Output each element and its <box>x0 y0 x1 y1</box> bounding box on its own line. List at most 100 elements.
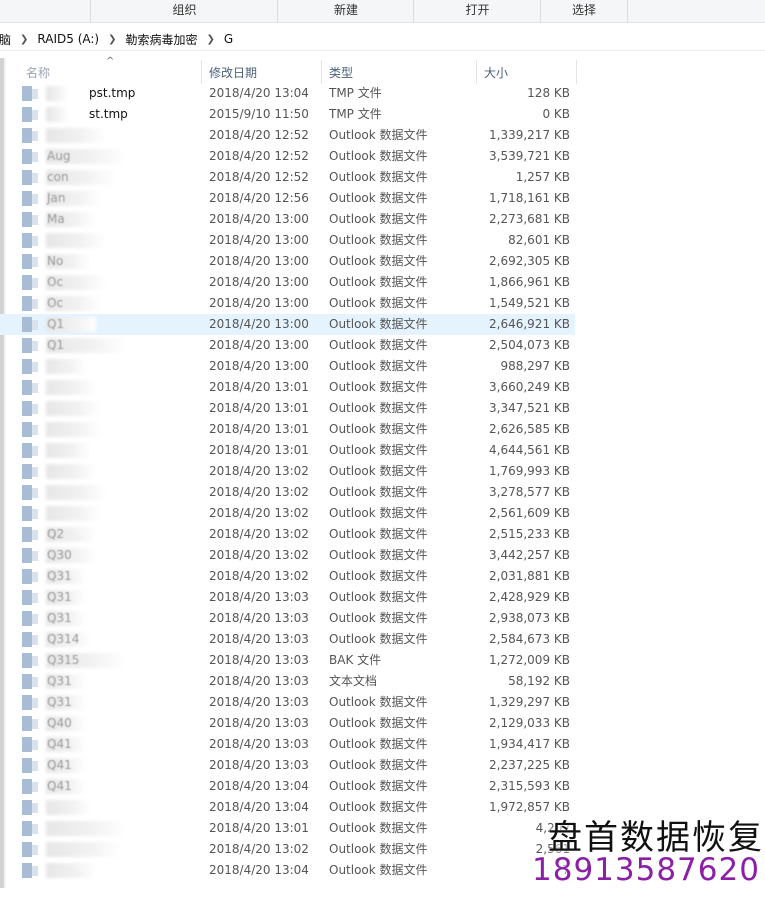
file-row[interactable]: 2018/4/20 12:52 Outlook 数据文件 1,339,217 KB <box>0 125 765 146</box>
file-icon <box>22 590 38 605</box>
file-type: BAK 文件 <box>329 653 382 667</box>
file-size: 0 KB <box>542 107 570 121</box>
file-row[interactable]: 2018/4/20 13:02 Outlook 数据文件 2,561,609 KB <box>0 503 765 524</box>
column-divider[interactable] <box>476 60 477 84</box>
file-icon <box>22 569 38 584</box>
column-header-row: ^ 名称 修改日期 类型 大小 <box>0 56 577 84</box>
breadcrumb-item-encrypted[interactable]: 勒索病毒加密 <box>124 31 200 48</box>
file-type: Outlook 数据文件 <box>329 359 428 373</box>
chevron-right-icon[interactable]: ❯ <box>200 34 222 45</box>
file-type: TMP 文件 <box>329 107 382 121</box>
file-row[interactable]: Q31 2018/4/20 13:03 Outlook 数据文件 2,938,073 … <box>0 608 765 629</box>
file-row[interactable]: pst.tmp 2018/4/20 13:04 TMP 文件 128 KB <box>0 83 765 104</box>
file-row[interactable]: Q1 2018/4/20 13:00 Outlook 数据文件 2,504,073 K… <box>0 335 765 356</box>
file-row[interactable]: Oc 2018/4/20 13:00 Outlook 数据文件 1,866,961 K… <box>0 272 765 293</box>
file-name-label: Q41 <box>47 779 72 793</box>
breadcrumb-item-g[interactable]: G <box>222 32 235 46</box>
file-type: Outlook 数据文件 <box>329 779 428 793</box>
file-row[interactable]: st.tmp 2015/9/10 11:50 TMP 文件 0 KB <box>0 104 765 125</box>
breadcrumb[interactable]: 脑 ❯ RAID5 (A:) ❯ 勒索病毒加密 ❯ G <box>0 28 765 51</box>
breadcrumb-item-raid5[interactable]: RAID5 (A:) <box>35 32 101 46</box>
column-divider[interactable] <box>201 60 202 84</box>
column-header-size[interactable]: 大小 <box>484 63 508 83</box>
file-row[interactable]: 2018/4/20 13:02 Outlook 数据文件 1,769,993 KB <box>0 461 765 482</box>
file-icon <box>22 485 38 500</box>
ribbon-group-select[interactable]: 选择 <box>540 0 628 22</box>
file-row[interactable]: No 2018/4/20 13:00 Outlook 数据文件 2,692,305 K… <box>0 251 765 272</box>
file-row[interactable]: 2018/4/20 13:00 Outlook 数据文件 82,601 KB <box>0 230 765 251</box>
file-row[interactable]: con 2018/4/20 12:52 Outlook 数据文件 1,257 KB <box>0 167 765 188</box>
breadcrumb-item-computer[interactable]: 脑 <box>0 31 13 48</box>
file-row[interactable]: Q31 2018/4/20 13:02 Outlook 数据文件 2,031,881 … <box>0 566 765 587</box>
file-size: 2,584,673 KB <box>489 632 570 646</box>
file-size: 128 KB <box>527 86 570 100</box>
file-row[interactable]: 2018/4/20 13:01 Outlook 数据文件 3,660,249 KB <box>0 377 765 398</box>
file-type: Outlook 数据文件 <box>329 695 428 709</box>
file-icon <box>22 170 38 185</box>
file-row[interactable]: Ma 2018/4/20 13:00 Outlook 数据文件 2,273,681 K… <box>0 209 765 230</box>
file-row[interactable]: Jan 2018/4/20 12:56 Outlook 数据文件 1,718,161 … <box>0 188 765 209</box>
file-icon <box>22 464 38 479</box>
file-icon <box>22 380 38 395</box>
file-row[interactable]: Q41 2018/4/20 13:03 Outlook 数据文件 1,934,417 … <box>0 734 765 755</box>
file-icon-front <box>22 800 32 815</box>
file-date: 2018/4/20 13:04 <box>209 863 309 877</box>
file-icon-back <box>32 341 38 351</box>
redacted-name-mask <box>46 863 96 878</box>
file-row[interactable]: Q1 2018/4/20 13:00 Outlook 数据文件 2,646,921 K… <box>0 314 575 335</box>
file-row[interactable]: Oc 2018/4/20 13:00 Outlook 数据文件 1,549,521 K… <box>0 293 765 314</box>
file-row[interactable]: Q31 2018/4/20 13:03 Outlook 数据文件 1,329,297 … <box>0 692 765 713</box>
ribbon-group-open[interactable]: 打开 <box>413 0 541 22</box>
file-icon-back <box>32 740 38 750</box>
ribbon-group-organize[interactable]: 组织 <box>90 0 278 22</box>
file-row[interactable]: Q30 2018/4/20 13:02 Outlook 数据文件 3,442,257 … <box>0 545 765 566</box>
file-icon <box>22 548 38 563</box>
file-row[interactable]: 2018/4/20 13:01 Outlook 数据文件 3,347,521 KB <box>0 398 765 419</box>
column-header-name[interactable]: 名称 <box>26 63 50 83</box>
file-row[interactable]: Q2 2018/4/20 13:02 Outlook 数据文件 2,515,233 K… <box>0 524 765 545</box>
file-row[interactable]: Q314 2018/4/20 13:03 Outlook 数据文件 2,584,673… <box>0 629 765 650</box>
file-row[interactable]: 2018/4/20 13:02 Outlook 数据文件 3,278,577 KB <box>0 482 765 503</box>
file-row[interactable]: Q41 2018/4/20 13:03 Outlook 数据文件 2,237,225 … <box>0 755 765 776</box>
file-row[interactable]: Q31 2018/4/20 13:03 文本文档 58,192 KB <box>0 671 765 692</box>
file-row[interactable]: 2018/4/20 13:01 Outlook 数据文件 4,644,561 KB <box>0 440 765 461</box>
file-icon-back <box>32 236 38 246</box>
file-icon-back <box>32 320 38 330</box>
file-size: 2,626,585 KB <box>489 422 570 436</box>
column-divider[interactable] <box>576 60 577 84</box>
file-size: 1,934,417 KB <box>489 737 570 751</box>
file-icon <box>22 716 38 731</box>
file-date: 2018/4/20 13:01 <box>209 443 309 457</box>
file-row[interactable]: Q40 2018/4/20 13:03 Outlook 数据文件 2,129,033 … <box>0 713 765 734</box>
file-size: 3,442,257 KB <box>489 548 570 562</box>
chevron-right-icon[interactable]: ❯ <box>101 34 123 45</box>
file-size: 1,549,521 KB <box>489 296 570 310</box>
file-icon <box>22 128 38 143</box>
file-size: 2,237,225 KB <box>489 758 570 772</box>
file-row[interactable]: Q41 2018/4/20 13:04 Outlook 数据文件 2,315,593 … <box>0 776 765 797</box>
redacted-name-mask <box>46 107 68 122</box>
file-icon-front <box>22 821 32 836</box>
file-row[interactable]: Aug 2018/4/20 12:52 Outlook 数据文件 3,539,721 … <box>0 146 765 167</box>
file-name-label: Q41 <box>47 737 72 751</box>
file-icon <box>22 758 38 773</box>
file-icon <box>22 590 38 605</box>
column-header-date[interactable]: 修改日期 <box>209 63 257 83</box>
file-name-label: Q314 <box>47 632 80 646</box>
file-icon <box>22 737 38 752</box>
file-icon-back <box>32 488 38 498</box>
column-header-type[interactable]: 类型 <box>329 63 353 83</box>
column-divider[interactable] <box>321 60 322 84</box>
file-date: 2018/4/20 13:02 <box>209 464 309 478</box>
file-row[interactable]: 2018/4/20 13:01 Outlook 数据文件 2,626,585 KB <box>0 419 765 440</box>
file-row[interactable]: Q315 2018/4/20 13:03 BAK 文件 1,272,009 KB <box>0 650 765 671</box>
ribbon-group-new[interactable]: 新建 <box>277 0 414 22</box>
file-row[interactable]: 2018/4/20 13:00 Outlook 数据文件 988,297 KB <box>0 356 765 377</box>
file-icon <box>22 254 38 269</box>
file-icon-front <box>22 527 32 542</box>
file-row[interactable]: Q31 2018/4/20 13:03 Outlook 数据文件 2,428,929 … <box>0 587 765 608</box>
chevron-right-icon[interactable]: ❯ <box>13 34 35 45</box>
file-date: 2018/4/20 13:00 <box>209 317 309 331</box>
file-icon-back <box>32 803 38 813</box>
file-icon-front <box>22 695 32 710</box>
